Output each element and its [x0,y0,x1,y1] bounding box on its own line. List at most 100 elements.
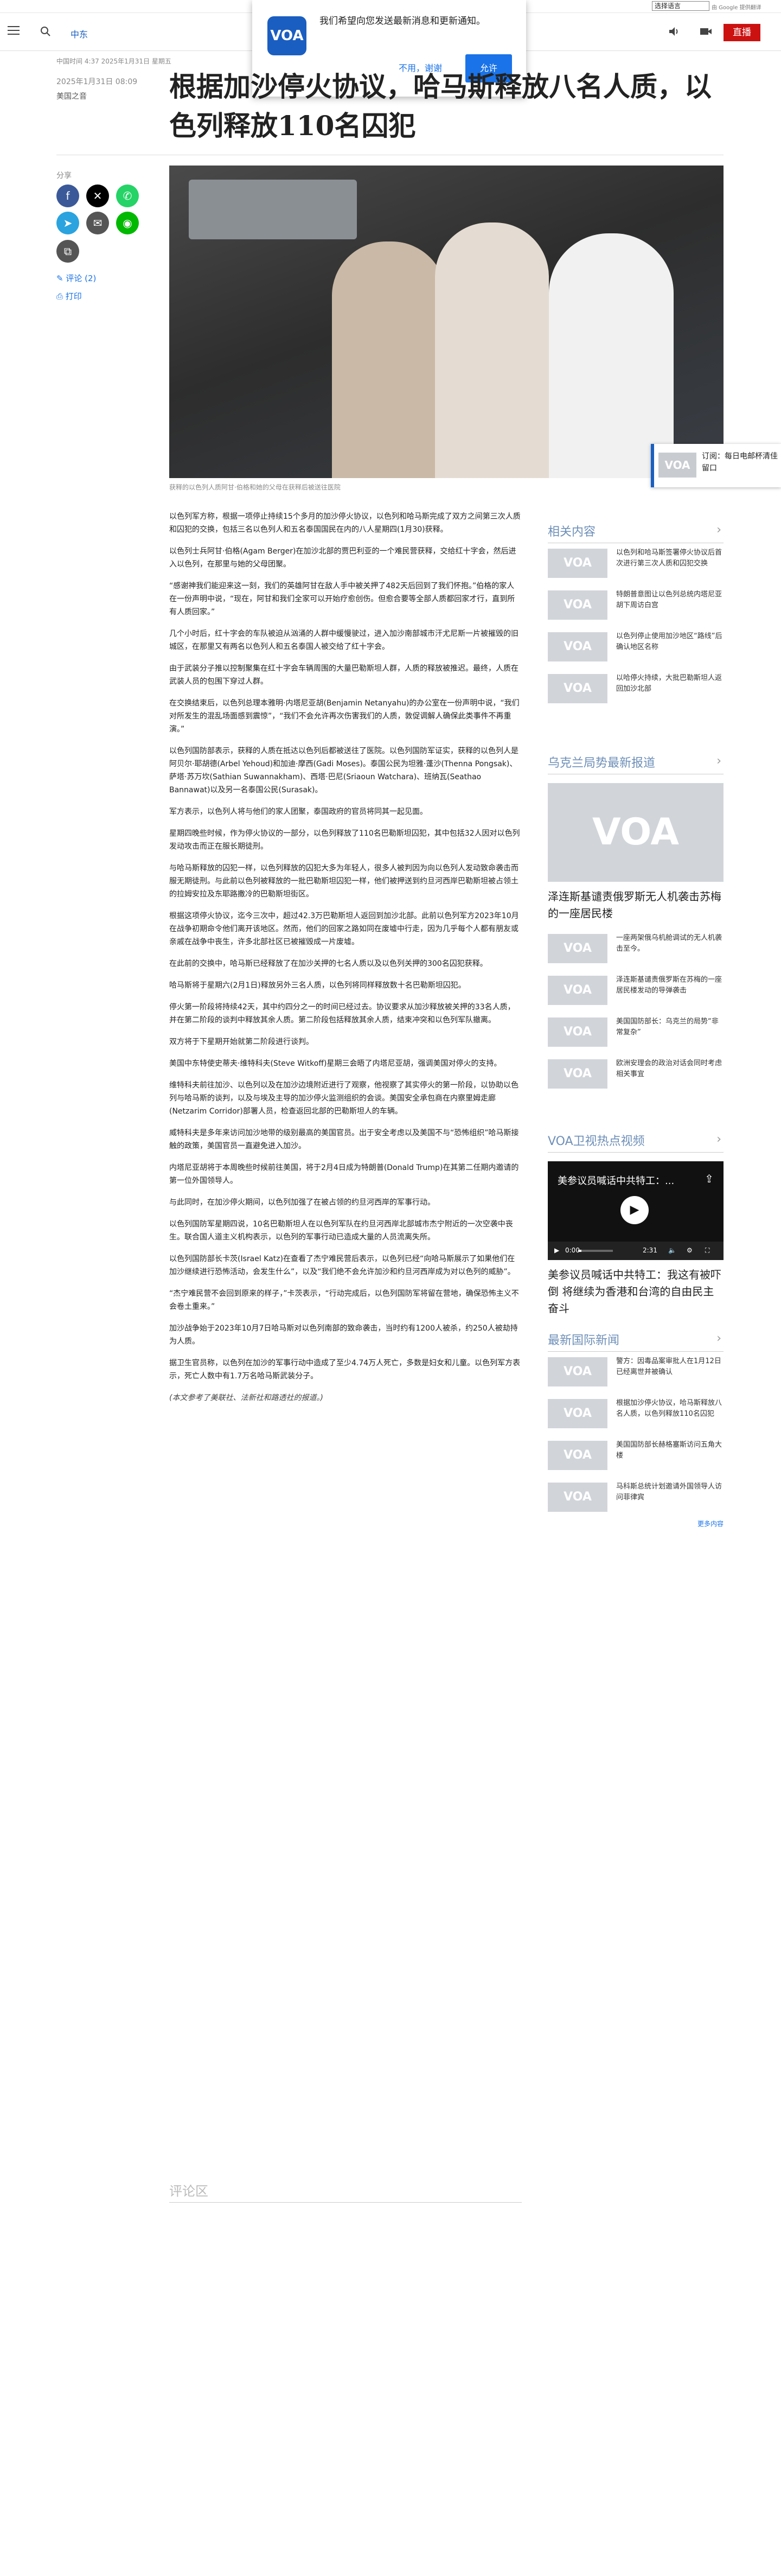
settings-icon[interactable]: ⚙ [687,1246,693,1254]
ukraine-heading-label: 乌克兰局势最新报道 [548,756,656,770]
time-current: 0:00 [565,1246,580,1254]
sticky-player[interactable]: VOA 订阅：每日电邮杯清佳留口 [651,444,781,487]
vehicle-window [189,180,357,239]
facebook-icon[interactable]: f [56,185,79,207]
video-overlay-title: 美参议员喊话中共特工：... [558,1175,675,1187]
play-icon[interactable]: ▶ [620,1196,649,1224]
list-item[interactable]: VOA 特朗普意图让以色列总统内塔尼亚胡下周访白宫 [548,585,724,627]
email-icon[interactable]: ✉ [86,212,109,234]
list-item[interactable]: VOA 欧洲安理会的政治对话会同时考虑相关事宜 [548,1054,724,1096]
related-section: 相关内容 › VOA 以色列和哈马斯签署停火协议后首次进行第三次人质和囚犯交换 VO… [548,522,724,710]
article-paragraph: 内塔尼亚胡将于本周晚些时候前往美国，将于2月4日成为特朗普(Donald Tru… [169,1163,519,1185]
comment-icon: ✎ [56,273,66,283]
volume-icon[interactable]: 🔈 [668,1246,676,1254]
search-icon[interactable] [40,26,51,37]
article-paragraph: “感谢神我们能迎来这一刻，我们的英雄阿甘在敌人手中被关押了482天后回到了我们怀… [169,582,515,616]
telegram-icon[interactable]: ➤ [56,212,79,234]
thumbnail: VOA [548,1357,607,1386]
list-item[interactable]: VOA 一座两架俄乌机舱调试的无人机袭击至今。 [548,928,724,970]
list-item[interactable]: VOA 马科斯总统计划邀请外国领导人访问菲律宾 [548,1477,724,1519]
intl-heading[interactable]: 最新国际新闻 › [548,1331,724,1352]
thumbnail: VOA [548,549,607,578]
fullscreen-icon[interactable]: ⛶ [705,1246,709,1255]
video-caption[interactable]: 美参议员喊话中共特工：我这有被吓倒 将继续为香港和台湾的自由民主奋斗 [548,1267,724,1317]
article-paragraph: 星期四晚些时候，作为停火协议的一部分，以色列释放了110名巴勒斯坦囚犯，其中包括… [169,829,520,851]
person-right [549,233,674,478]
related-heading-label: 相关内容 [548,525,596,539]
x-icon[interactable]: ✕ [86,185,109,207]
list-item[interactable]: VOA 以色列停止使用加沙地区“路线”后确认地区名称 [548,627,724,669]
video-progress[interactable] [578,1250,613,1252]
popup-message: 我们希望向您发送最新消息和更新通知。 [319,16,485,27]
related-heading[interactable]: 相关内容 › [548,522,724,543]
article-paragraph: 在此前的交换中，哈马斯已经释放了在加沙关押的七名人质以及以色列关押的300名囚犯… [169,959,488,968]
print-link[interactable]: ⎙ 打印 [56,290,82,302]
article-body: 以色列军方称，根据一项停止持续15个多月的加沙停火协议，以色列和哈马斯完成了双方… [169,510,522,1413]
article-paragraph: 停火第一阶段将持续42天，其中约四分之一的时间已经过去。协议要求从加沙释放被关押… [169,1003,515,1025]
thumbnail: VOA [548,1483,607,1512]
hero-photo [169,166,724,478]
play-small-icon[interactable]: ▶ [554,1246,559,1254]
list-item-title: 根据加沙停火协议，哈马斯释放八名人质，以色列释放110名囚犯 [616,1399,722,1418]
list-item-title: 特朗普意图让以色列总统内塔尼亚胡下周访白宫 [616,590,722,609]
list-item-title: 美国国防部长赫格塞斯访问五角大楼 [616,1441,722,1460]
list-item-title: 一座两架俄乌机舱调试的无人机袭击至今。 [616,934,722,953]
list-item[interactable]: VOA 警方：因毒品案审批人在1月12日已经离世并被确认 [548,1352,724,1394]
line-icon[interactable]: ◉ [116,212,139,234]
list-item-title: 欧洲安理会的政治对话会同时考虑相关事宜 [616,1059,722,1078]
article-footnote: (本文参考了美联社、法新社和路透社的报道。) [169,1394,323,1402]
article-paragraph: 军方表示，以色列人将与他们的家人团聚，泰国政府的官员将同其一起见面。 [169,807,427,816]
list-item[interactable]: VOA 美国国防部长赫格塞斯访问五角大楼 [548,1435,724,1477]
article-paragraph: 以色列军方称，根据一项停止持续15个多月的加沙停火协议，以色列和哈马斯完成了双方… [169,512,521,534]
share-icon[interactable]: ⇪ [705,1172,714,1185]
live-button[interactable]: 直播 [724,24,760,41]
video-heading[interactable]: VOA卫视热点视频 › [548,1131,724,1153]
thumbnail: VOA [548,590,607,620]
timestamp-note: 中国时间 4:37 2025年1月31日 星期五 [56,58,171,65]
volume-icon[interactable] [668,26,680,37]
article-paragraph: 加沙战争始于2023年10月7日哈马斯对以色列南部的致命袭击，当时约有1200人… [169,1324,518,1346]
intl-section: 最新国际新闻 › VOA 警方：因毒品案审批人在1月12日已经离世并被确认 VOA 根… [548,1331,724,1528]
thumbnail: VOA [548,632,607,662]
list-item[interactable]: VOA 根据加沙停火协议，哈马斯释放八名人质，以色列释放110名囚犯 [548,1394,724,1435]
section-nav-link[interactable]: 中东 [71,27,88,40]
video-player[interactable]: 美参议员喊话中共特工：... ⇪ ▶ ▶ 0:00 2:31 🔈 ⚙ ⛶ [548,1161,724,1260]
sticky-player-text: 订阅：每日电邮杯清佳留口 [702,452,778,473]
photo-caption: 获释的以色列人质阿甘·伯格和她的父母在获释后被送往医院 [169,484,341,491]
list-item-title: 警方：因毒品案审批人在1月12日已经离世并被确认 [616,1357,721,1376]
video-icon[interactable] [700,26,713,37]
chevron-right-icon: › [716,523,721,537]
article-paragraph: 与此同时，在加沙停火期间，以色列加强了在被占领的约旦河西岸的军事行动。 [169,1198,435,1207]
comments-link[interactable]: ✎ 评论 (2) [56,272,96,284]
hamburger-icon[interactable] [8,26,20,37]
list-item[interactable]: VOA 以哈停火持续，大批巴勒斯坦人返回加沙北部 [548,669,724,710]
print-link-label: 打印 [65,291,82,301]
thumbnail: VOA [548,1441,607,1470]
intl-heading-label: 最新国际新闻 [548,1334,620,1347]
chevron-right-icon: › [716,754,721,768]
more-link[interactable]: 更多内容 [548,1519,724,1528]
divider [169,2202,522,2203]
featured-story[interactable]: VOA 泽连斯基谴责俄罗斯无人机袭击苏梅的一座居民楼 [548,783,724,922]
featured-thumbnail: VOA [548,783,724,882]
article-title: 根据加沙停火协议，哈马斯释放八名人质，以色列释放110名囚犯 [169,71,712,142]
copy-link-icon[interactable]: ⧉ [56,240,79,263]
print-icon: ⎙ [56,291,66,301]
whatsapp-icon[interactable]: ✆ [116,185,139,207]
article-paragraph: 双方将于下星期开始就第二阶段进行谈判。 [169,1038,313,1046]
translate-credit: 由 Google 提供翻译 [712,5,761,11]
thumbnail: VOA [548,976,607,1005]
list-item[interactable]: VOA 以色列和哈马斯签署停火协议后首次进行第三次人质和囚犯交换 [548,543,724,585]
list-item[interactable]: VOA 泽连斯基谴责俄罗斯在苏梅的一座居民楼发动的导弹袭击 [548,970,724,1012]
video-section: VOA卫视热点视频 › 美参议员喊话中共特工：... ⇪ ▶ ▶ 0:00 2:3… [548,1131,724,1317]
article-paragraph: 与哈马斯释放的囚犯一样，以色列释放的囚犯大多为年轻人，很多人被判因为向以色列人发… [169,864,518,899]
voa-logo: VOA [658,453,696,478]
person-left [332,241,446,478]
ukraine-heading[interactable]: 乌克兰局势最新报道 › [548,753,724,774]
article-paragraph: 威特科夫是多年来访问加沙地带的级别最高的美国官员。出于安全考虑以及美国不与“恐怖… [169,1129,519,1150]
list-item[interactable]: VOA 美国国防部长：乌克兰的局势“非常复杂” [548,1012,724,1054]
list-item-title: 美国国防部长：乌克兰的局势“非常复杂” [616,1017,719,1036]
article-paragraph: “杰宁难民营不会回到原来的样子，”卡茨表示，“行动完成后，以色列国防军将留在营地… [169,1289,519,1311]
language-select[interactable]: 选择语言 [652,1,709,11]
author-name[interactable]: 美国之音 [56,91,87,101]
